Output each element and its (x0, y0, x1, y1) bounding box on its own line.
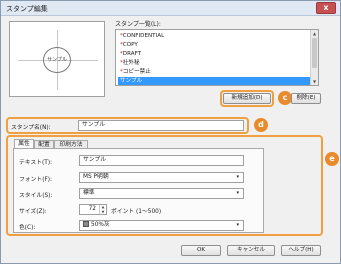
scroll-thumb[interactable] (312, 38, 317, 68)
size-label: サイズ(Z): (19, 209, 47, 215)
stamp-name-label: スタンプ名(N): (11, 125, 51, 131)
list-item-label: DRAFT (122, 51, 142, 57)
delete-button[interactable]: 削除(E) (291, 93, 321, 104)
close-icon[interactable]: x (316, 2, 336, 14)
size-range-label: ポイント (1〜500) (111, 209, 162, 215)
chevron-down-icon: ▾ (236, 190, 239, 196)
help-button[interactable]: ヘルプ(H) (281, 245, 321, 256)
list-item[interactable]: *DRAFT (118, 50, 310, 58)
stamp-name-input[interactable]: サンプル (78, 120, 244, 131)
scroll-down-icon[interactable]: ▼ (311, 78, 318, 85)
color-label: 色(C): (19, 225, 36, 231)
text-label: テキスト(T): (19, 160, 53, 166)
cancel-button[interactable]: キャンセル (227, 245, 275, 256)
add-new-button[interactable]: 新規追加(D) (223, 93, 271, 104)
callout-e-badge: e (325, 152, 339, 166)
list-item-label: 社外秘 (122, 60, 140, 66)
color-swatch (83, 221, 89, 227)
color-select-value: 50%灰 (91, 222, 110, 228)
list-item-label: CONFIDENTIAL (122, 33, 165, 39)
ok-button[interactable]: OK (181, 245, 221, 256)
size-stepper[interactable]: 72 ▲ ▼ (79, 204, 107, 215)
font-select-value: MS P明朝 (83, 174, 109, 180)
window-title: スタンプ編集 (6, 5, 48, 13)
title-bar: スタンプ編集 x (1, 1, 340, 16)
style-select[interactable]: 標準 ▾ (79, 188, 244, 199)
font-select[interactable]: MS P明朝 ▾ (79, 172, 244, 183)
stamp-edit-dialog: スタンプ編集 x サンプル スタンプ一覧(L): *CONFIDENTIAL *… (0, 0, 341, 264)
stamp-list[interactable]: *CONFIDENTIAL *COPY *DRAFT *社外秘 *コピー禁止 サ… (115, 29, 319, 86)
style-select-value: 標準 (83, 190, 95, 196)
list-item[interactable]: *COPY (118, 41, 310, 49)
list-item-label: サンプル (120, 78, 143, 84)
list-item-selected[interactable]: サンプル (118, 77, 310, 85)
color-select[interactable]: 50%灰 ▾ (79, 220, 244, 231)
chevron-down-icon: ▾ (236, 222, 239, 228)
callout-c-badge: c (278, 91, 292, 105)
stamp-preview: サンプル (9, 21, 105, 97)
list-scrollbar[interactable]: ▲ ▼ (310, 30, 318, 85)
spin-down-icon[interactable]: ▼ (100, 210, 106, 215)
text-input[interactable]: サンプル (79, 155, 244, 166)
list-item[interactable]: *CONFIDENTIAL (118, 32, 310, 40)
font-label: フォント(F): (19, 177, 52, 183)
chevron-down-icon: ▾ (236, 174, 239, 180)
list-item[interactable]: *社外秘 (118, 59, 310, 67)
list-item-label: COPY (122, 42, 138, 48)
style-label: スタイル(S): (19, 193, 53, 199)
spin-icon[interactable]: ▲ ▼ (99, 205, 106, 214)
list-item-label: コピー禁止 (122, 69, 151, 75)
size-value: 72 (88, 206, 96, 212)
scroll-up-icon[interactable]: ▲ (311, 30, 318, 37)
stamp-list-label: スタンプ一覧(L): (115, 21, 161, 28)
callout-d-badge: d (254, 118, 268, 132)
list-item[interactable]: *コピー禁止 (118, 68, 310, 76)
preview-stamp-circle: サンプル (43, 47, 71, 73)
